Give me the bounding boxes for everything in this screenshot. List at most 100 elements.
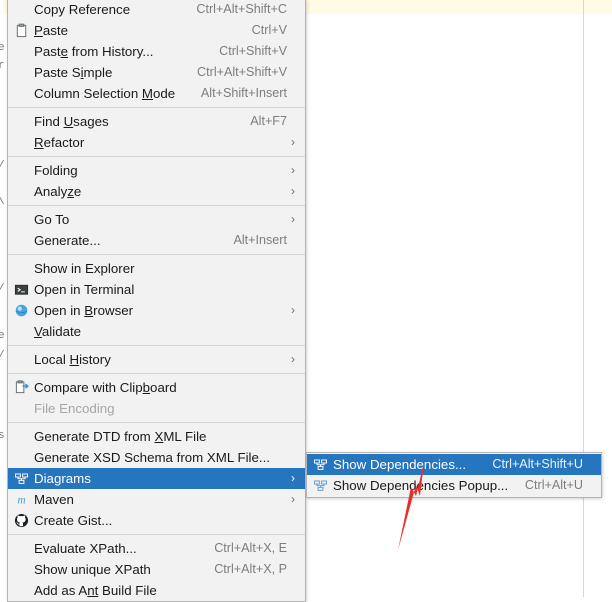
chevron-right-icon: › (291, 135, 295, 149)
compare-clipboard-icon (10, 377, 32, 398)
menu-item-label: Paste (34, 23, 69, 38)
menu-item-generate-dtd-from-xml-file[interactable]: Generate DTD from XML File (8, 426, 305, 447)
menu-item-show-in-explorer[interactable]: Show in Explorer (8, 258, 305, 279)
chevron-right-icon: › (291, 163, 295, 177)
menu-item-local-history[interactable]: Local History › (8, 349, 305, 370)
icon-slot-empty (10, 209, 32, 230)
submenu-item-show-dependencies[interactable]: Show Dependencies... Ctrl+Alt+Shift+U (307, 454, 601, 475)
menu-item-find-usages[interactable]: Find Usages Alt+F7 (8, 111, 305, 132)
menu-item-paste[interactable]: Paste Ctrl+V (8, 20, 305, 41)
menu-item-refactor[interactable]: Refactor › (8, 132, 305, 153)
menu-item-add-as-ant-build-file[interactable]: Add as Ant Build File (8, 580, 305, 601)
diagram-icon (10, 468, 32, 489)
menu-item-shortcut: Ctrl+Alt+U (524, 478, 583, 492)
menu-separator (8, 345, 305, 346)
menu-separator (8, 254, 305, 255)
chevron-right-icon: › (291, 303, 295, 317)
menu-item-label: Add as Ant Build File (34, 583, 157, 598)
editor-text-fragment: e (0, 330, 5, 342)
menu-separator (8, 156, 305, 157)
menu-item-label: Analyze (34, 184, 82, 199)
menu-separator (8, 534, 305, 535)
menu-item-diagrams[interactable]: Diagrams › (8, 468, 305, 489)
icon-slot-empty (10, 559, 32, 580)
menu-item-label: Validate (34, 324, 82, 339)
menu-item-label: Show in Explorer (34, 261, 135, 276)
menu-item-label: Show unique XPath (34, 562, 151, 577)
editor-text-fragment: s (0, 430, 5, 442)
menu-item-label: Generate XSD Schema from XML File... (34, 450, 270, 465)
editor-text-fragment: / (0, 283, 5, 295)
maven-icon: m (10, 489, 32, 510)
menu-item-compare-with-clipboard[interactable]: Compare with Clipboard (8, 377, 305, 398)
menu-item-maven[interactable]: m Maven › (8, 489, 305, 510)
menu-item-label: Show Dependencies... (333, 457, 467, 472)
menu-item-generate[interactable]: Generate... Alt+Insert (8, 230, 305, 251)
menu-separator (8, 205, 305, 206)
menu-item-file-encoding: File Encoding (8, 398, 305, 419)
menu-item-paste-simple[interactable]: Paste Simple Ctrl+Alt+Shift+V (8, 62, 305, 83)
icon-slot-empty (10, 258, 32, 279)
icon-slot-empty (10, 41, 32, 62)
editor-text-fragment: e (0, 42, 5, 54)
menu-item-shortcut: Ctrl+Alt+Shift+U (492, 457, 583, 471)
menu-item-label: Paste Simple (34, 65, 113, 80)
icon-slot-empty (10, 111, 32, 132)
menu-item-open-in-browser[interactable]: Open in Browser › (8, 300, 305, 321)
icon-slot-empty (10, 62, 32, 83)
menu-item-label: Folding (34, 163, 78, 178)
diagram-icon (309, 475, 331, 496)
menu-item-label: Diagrams (34, 471, 91, 486)
menu-item-paste-from-history[interactable]: Paste from History... Ctrl+Shift+V (8, 41, 305, 62)
icon-slot-empty (10, 0, 32, 20)
menu-item-open-in-terminal[interactable]: Open in Terminal (8, 279, 305, 300)
menu-item-label: Create Gist... (34, 513, 113, 528)
menu-item-shortcut: Ctrl+Alt+Shift+C (196, 2, 287, 16)
menu-item-show-unique-xpath[interactable]: Show unique XPath Ctrl+Alt+X, P (8, 559, 305, 580)
menu-separator (8, 422, 305, 423)
menu-item-label: Local History (34, 352, 111, 367)
menu-item-shortcut: Alt+Shift+Insert (200, 86, 287, 100)
menu-item-copy-reference[interactable]: Copy Reference Ctrl+Alt+Shift+C (8, 0, 305, 20)
icon-slot-empty (10, 447, 32, 468)
menu-item-label: Generate... (34, 233, 101, 248)
submenu-item-show-dependencies-popup[interactable]: Show Dependencies Popup... Ctrl+Alt+U (307, 475, 601, 496)
editor-text-fragment: / (0, 160, 5, 172)
chevron-right-icon: › (291, 492, 295, 506)
menu-separator (8, 373, 305, 374)
icon-slot-empty (10, 83, 32, 104)
chevron-right-icon: › (291, 352, 295, 366)
diagrams-submenu[interactable]: Show Dependencies... Ctrl+Alt+Shift+U Show… (306, 452, 602, 498)
menu-item-go-to[interactable]: Go To › (8, 209, 305, 230)
menu-item-label: Go To (34, 212, 70, 227)
menu-item-label: Refactor (34, 135, 85, 150)
menu-item-validate[interactable]: Validate (8, 321, 305, 342)
menu-item-generate-xsd-schema-from-xml-file[interactable]: Generate XSD Schema from XML File... (8, 447, 305, 468)
menu-item-label: Open in Terminal (34, 282, 135, 297)
editor-gutter (0, 0, 3, 597)
menu-item-evaluate-xpath[interactable]: Evaluate XPath... Ctrl+Alt+X, E (8, 538, 305, 559)
menu-item-label: Show Dependencies Popup... (333, 478, 509, 493)
menu-item-analyze[interactable]: Analyze › (8, 181, 305, 202)
browser-globe-icon (10, 300, 32, 321)
editor-context-menu[interactable]: Copy Reference Ctrl+Alt+Shift+C Paste Ctrl+… (7, 0, 306, 602)
menu-item-shortcut: Alt+F7 (250, 114, 287, 128)
chevron-right-icon: › (291, 471, 295, 485)
icon-slot-empty (10, 321, 32, 342)
icon-slot-empty (10, 426, 32, 447)
github-icon (10, 510, 32, 531)
right-margin-guide (583, 0, 584, 597)
terminal-icon (10, 279, 32, 300)
menu-item-label: Find Usages (34, 114, 109, 129)
menu-item-shortcut: Ctrl+Alt+Shift+V (197, 65, 287, 79)
menu-item-folding[interactable]: Folding › (8, 160, 305, 181)
menu-item-column-selection-mode[interactable]: Column Selection Mode Alt+Shift+Insert (8, 83, 305, 104)
icon-slot-empty (10, 349, 32, 370)
icon-slot-empty (10, 398, 32, 419)
clipboard-icon (10, 20, 32, 41)
menu-item-create-gist[interactable]: Create Gist... (8, 510, 305, 531)
menu-item-label: Copy Reference (34, 2, 131, 17)
editor-text-fragment: / (0, 350, 5, 362)
icon-slot-empty (10, 230, 32, 251)
menu-item-shortcut: Ctrl+Alt+X, P (214, 562, 287, 576)
